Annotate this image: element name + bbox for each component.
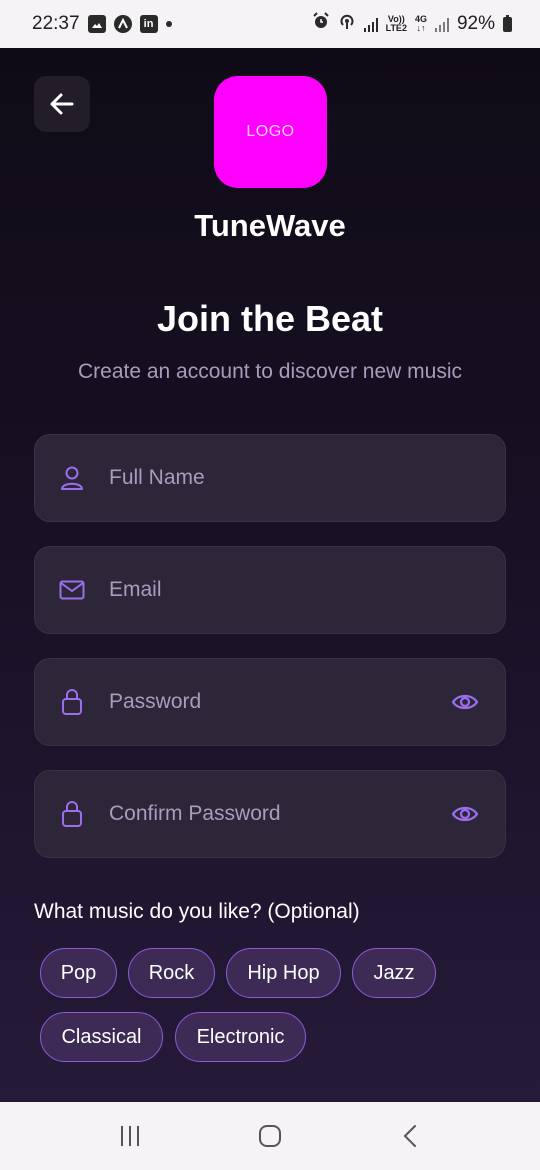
system-nav-bar <box>0 1102 540 1170</box>
email-field[interactable] <box>34 546 506 634</box>
genre-chip-jazz[interactable]: Jazz <box>352 948 436 998</box>
battery-percent: 92% <box>456 13 495 34</box>
password-field[interactable] <box>34 658 506 746</box>
confirm-password-field[interactable] <box>34 770 506 858</box>
a-icon <box>113 15 132 33</box>
mail-icon <box>59 577 85 603</box>
lte-label: LTE2 <box>385 23 407 33</box>
volte-indicator: Vo)) LTE2 <box>386 15 407 33</box>
recent-apps-icon <box>121 1126 139 1146</box>
arrow-left-icon <box>50 93 74 115</box>
genre-chip-hip-hop[interactable]: Hip Hop <box>226 948 341 998</box>
back-button[interactable] <box>34 76 90 132</box>
lock-icon <box>59 689 85 715</box>
full-name-input[interactable] <box>109 458 505 498</box>
alarm-icon <box>312 12 330 36</box>
password-input[interactable] <box>109 682 425 722</box>
genre-chip-classical[interactable]: Classical <box>40 1012 163 1062</box>
signup-screen: LOGO TuneWave Join the Beat Create an ac… <box>0 48 540 1102</box>
signal-icon <box>434 16 449 32</box>
back-nav-icon <box>403 1125 416 1147</box>
confirm-password-input[interactable] <box>109 794 425 834</box>
lock-icon <box>59 801 85 827</box>
genre-chip-electronic[interactable]: Electronic <box>175 1012 306 1062</box>
recent-apps-button[interactable] <box>100 1106 160 1166</box>
data-indicator: 4G ↓↑ <box>415 15 427 33</box>
app-logo: LOGO <box>214 76 327 188</box>
status-bar: 22:37 in Vo)) LTE2 4G ↓↑ 92% <box>0 0 540 48</box>
status-time: 22:37 <box>32 13 80 34</box>
app-name: TuneWave <box>194 208 346 243</box>
confirm-password-visibility-toggle[interactable] <box>425 770 505 858</box>
user-icon <box>59 465 85 491</box>
full-name-field[interactable] <box>34 434 506 522</box>
eye-icon <box>451 806 479 822</box>
page-title: Join the Beat <box>156 298 384 339</box>
eye-icon <box>451 694 479 710</box>
genre-chip-pop[interactable]: Pop <box>40 948 117 998</box>
hotspot-icon <box>338 12 356 36</box>
genre-question: What music do you like? (Optional) <box>34 900 360 923</box>
image-icon <box>87 15 106 33</box>
page-subtitle: Create an account to discover new music <box>77 360 463 383</box>
status-right: Vo)) LTE2 4G ↓↑ 92% <box>312 12 512 36</box>
linkedin-icon: in <box>139 15 158 33</box>
battery-icon <box>503 14 512 32</box>
logo-text: LOGO <box>246 123 295 140</box>
password-visibility-toggle[interactable] <box>425 658 505 746</box>
home-button[interactable] <box>240 1106 300 1166</box>
status-left: 22:37 in <box>32 13 172 35</box>
data-arrows: ↓↑ <box>416 23 426 33</box>
home-icon <box>259 1125 281 1147</box>
system-back-button[interactable] <box>380 1106 440 1166</box>
notification-dot <box>165 21 172 27</box>
signal-icon <box>363 16 378 32</box>
email-input[interactable] <box>109 570 505 610</box>
genre-chip-rock[interactable]: Rock <box>128 948 215 998</box>
